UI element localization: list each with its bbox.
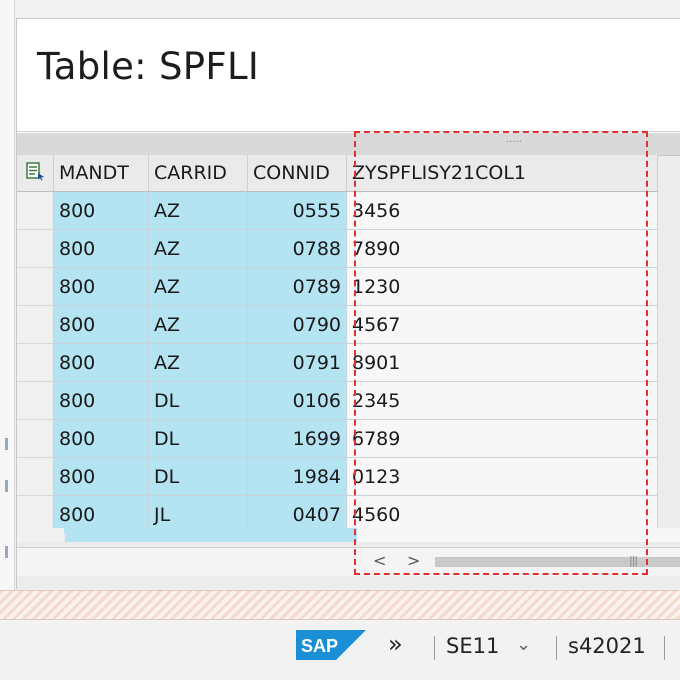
layout-select-icon (26, 161, 44, 180)
table-display-panel: Table: SPFLI ····· MANDT CARRID CONNID Z… (16, 18, 680, 589)
row-selector[interactable] (17, 191, 54, 230)
table-row[interactable]: 800 AZ 0791 8901 (17, 343, 658, 382)
cell-mandt[interactable]: 800 (53, 305, 149, 344)
cell-zyspflisy21col1[interactable]: 7890 (346, 229, 658, 268)
cell-carrid[interactable]: DL (148, 419, 248, 458)
cell-carrid[interactable]: AZ (148, 229, 248, 268)
row-selector[interactable] (17, 229, 54, 268)
page-title: Table: SPFLI (37, 45, 260, 88)
cell-connid[interactable]: 1984 (247, 457, 347, 496)
cell-connid[interactable]: 0788 (247, 229, 347, 268)
scroll-right-button[interactable]: > (407, 551, 420, 570)
cell-carrid[interactable]: AZ (148, 305, 248, 344)
row-selector[interactable] (17, 419, 54, 458)
cell-carrid[interactable]: AZ (148, 343, 248, 382)
cell-carrid[interactable]: DL (148, 457, 248, 496)
row-selector[interactable] (17, 457, 54, 496)
table-row[interactable]: 800 DL 1984 0123 (17, 457, 658, 496)
cell-mandt[interactable]: 800 (53, 343, 149, 382)
cell-zyspflisy21col1[interactable]: 6789 (346, 419, 658, 458)
grid-toolbar-strip: ····· (17, 133, 680, 156)
cell-connid[interactable]: 0555 (247, 191, 347, 230)
table-row[interactable]: 800 AZ 0789 1230 (17, 267, 658, 306)
cell-zyspflisy21col1[interactable]: 0123 (346, 457, 658, 496)
cell-mandt[interactable]: 800 (53, 457, 149, 496)
cell-connid[interactable]: 0789 (247, 267, 347, 306)
table-row[interactable]: 800 AZ 0555 3456 (17, 191, 658, 230)
status-bar: SAP » SE11 ⌄ s42021 (0, 620, 680, 680)
cell-zyspflisy21col1[interactable]: 4567 (346, 305, 658, 344)
alv-grid: ····· MANDT CARRID CONNID ZYSPFLISY21COL… (17, 133, 680, 589)
separator (434, 636, 435, 660)
row-selector[interactable] (17, 381, 54, 420)
layout-select-button[interactable] (17, 155, 54, 192)
table-row[interactable]: 800 AZ 0788 7890 (17, 229, 658, 268)
edge-marker (5, 438, 8, 450)
row-selector[interactable] (17, 305, 54, 344)
expand-statusbar-icon[interactable]: » (388, 630, 403, 658)
table-row[interactable]: 800 DL 0106 2345 (17, 381, 658, 420)
cell-mandt[interactable]: 800 (53, 229, 149, 268)
title-area: Table: SPFLI (17, 19, 680, 132)
column-header-mandt[interactable]: MANDT (53, 155, 149, 192)
cell-mandt[interactable]: 800 (53, 419, 149, 458)
system-name[interactable]: s42021 (568, 634, 646, 658)
data-table: MANDT CARRID CONNID ZYSPFLISY21COL1 800 … (17, 155, 658, 534)
edge-marker (5, 546, 8, 558)
row-selector (17, 528, 64, 542)
cell-mandt[interactable]: 800 (53, 267, 149, 306)
column-header-zyspflisy21col1[interactable]: ZYSPFLISY21COL1 (346, 155, 658, 192)
scrollbar-grip-icon: ||| (629, 554, 638, 567)
table-row[interactable]: 800 AZ 0790 4567 (17, 305, 658, 344)
left-window-edge (0, 0, 15, 680)
cell-zyspflisy21col1[interactable]: 1230 (346, 267, 658, 306)
column-resize-grip[interactable]: ····· (506, 137, 522, 148)
cell-connid[interactable]: 0790 (247, 305, 347, 344)
cell-zyspflisy21col1[interactable]: 2345 (346, 381, 658, 420)
row-selector[interactable] (17, 267, 54, 306)
transaction-code[interactable]: SE11 (446, 634, 499, 658)
cell-carrid[interactable]: AZ (148, 267, 248, 306)
cell-zyspflisy21col1[interactable]: 3456 (346, 191, 658, 230)
scrollbar-thumb[interactable] (435, 557, 680, 567)
column-header-connid[interactable]: CONNID (247, 155, 347, 192)
cell-mandt[interactable]: 800 (53, 381, 149, 420)
separator (664, 636, 665, 660)
cell-carrid[interactable]: DL (148, 381, 248, 420)
cell-connid[interactable]: 1699 (247, 419, 347, 458)
cell-zyspflisy21col1[interactable]: 8901 (346, 343, 658, 382)
horizontal-scrollbar[interactable]: < > ||| (17, 547, 680, 576)
sap-logo: SAP (296, 630, 366, 660)
separator (556, 636, 557, 660)
table-row[interactable]: 800 DL 1699 6789 (17, 419, 658, 458)
column-header-carrid[interactable]: CARRID (148, 155, 248, 192)
cell-carrid[interactable]: AZ (148, 191, 248, 230)
header-row: MANDT CARRID CONNID ZYSPFLISY21COL1 (17, 155, 658, 192)
key-cells-fragment (65, 528, 357, 542)
scroll-left-button[interactable]: < (373, 551, 386, 570)
cell-connid[interactable]: 0791 (247, 343, 347, 382)
chevron-down-icon[interactable]: ⌄ (516, 634, 531, 655)
partially-visible-row (17, 528, 680, 542)
hatched-separator (0, 590, 680, 620)
sap-logo-text: SAP (301, 636, 338, 656)
value-cell-fragment (357, 528, 680, 542)
row-selector[interactable] (17, 343, 54, 382)
cell-connid[interactable]: 0106 (247, 381, 347, 420)
edge-marker (5, 480, 8, 492)
cell-mandt[interactable]: 800 (53, 191, 149, 230)
